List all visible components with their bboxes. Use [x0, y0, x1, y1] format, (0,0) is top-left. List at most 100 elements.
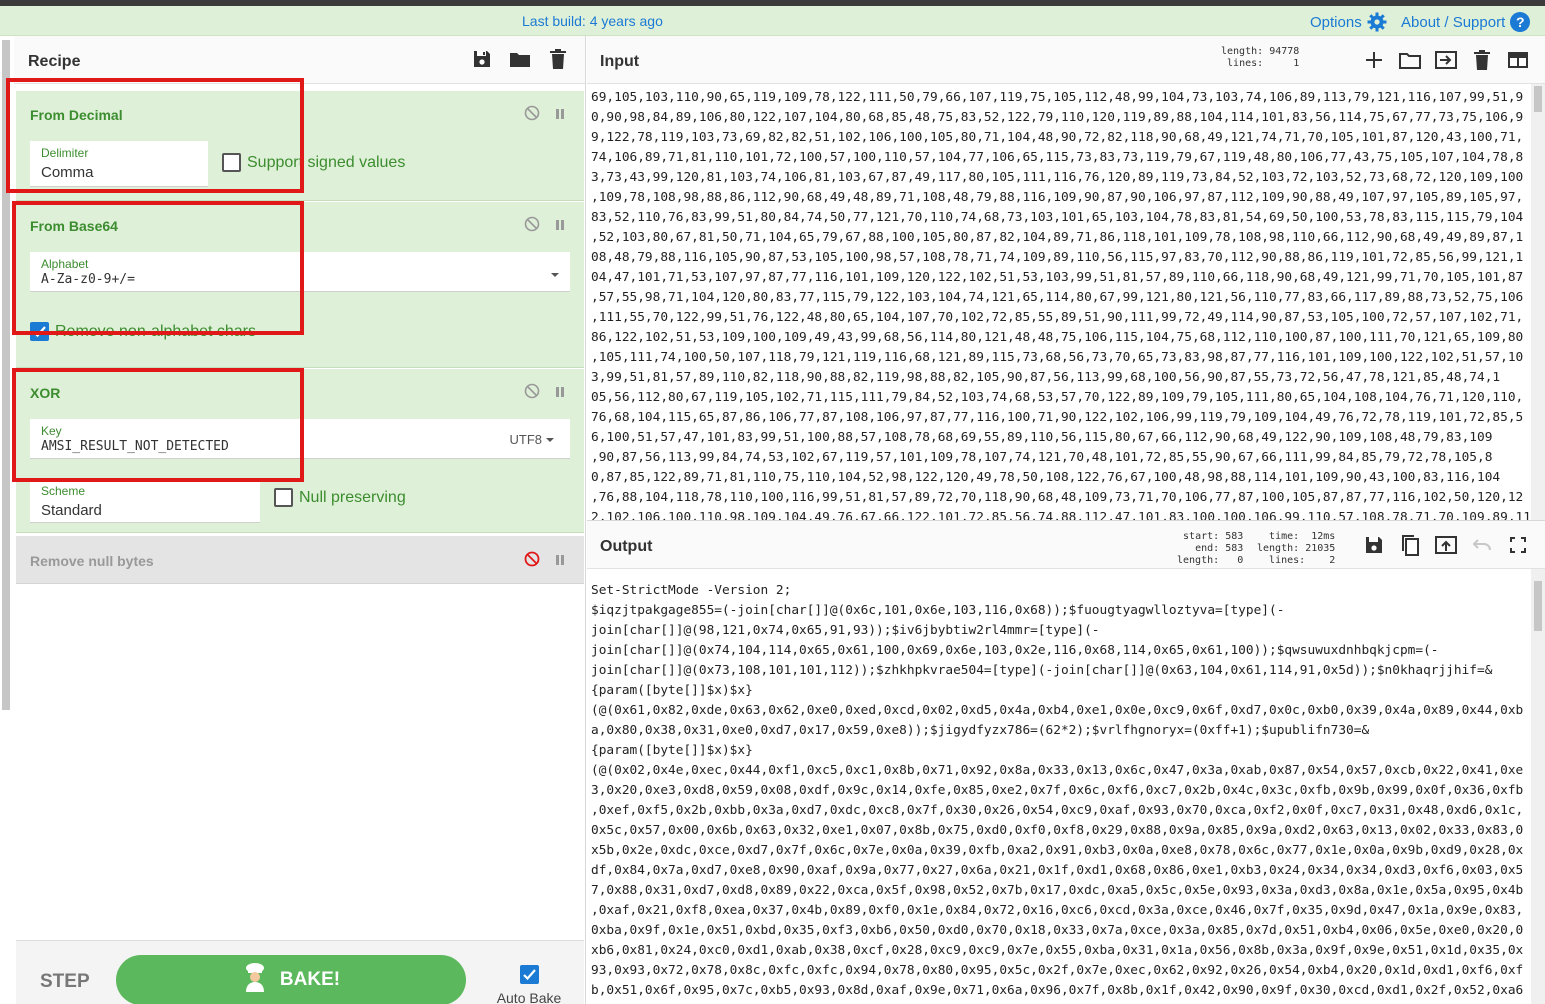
bake-label: BAKE! [279, 969, 341, 990]
scheme-value: Standard [41, 502, 102, 519]
null-preserving-checkbox[interactable]: Null preserving [274, 488, 406, 507]
disable-icon-active[interactable] [524, 551, 540, 572]
recipe-title: Recipe [28, 53, 81, 70]
output-line: ,0xef,0xf5,0x2b,0xbb,0x3a,0xd7,0xdc,0xc8… [591, 803, 1524, 818]
output-line: Set-StrictMode -Version 2; [591, 583, 792, 598]
input-line: 86,122,102,51,53,109,100,109,49,43,99,68… [591, 330, 1524, 345]
folder-icon[interactable] [509, 48, 531, 70]
output-header: Output start: 583 end: 583 length: 0 tim… [587, 521, 1545, 569]
input-line: ,90,87,56,113,99,84,74,53,102,67,119,57,… [591, 450, 1493, 465]
key-encoding-label: UTF8 [509, 432, 543, 447]
input-scrollbar[interactable] [1531, 84, 1545, 520]
op-title-remove-null-bytes: Remove null bytes [30, 553, 154, 569]
save-icon[interactable] [471, 48, 493, 70]
options-button[interactable]: Options [1310, 12, 1387, 32]
layout-icon[interactable] [1507, 49, 1529, 71]
pause-icon[interactable] [554, 218, 566, 236]
input-line: ,57,55,98,71,104,120,80,83,77,115,79,122… [591, 290, 1524, 305]
input-lines-label: lines: [1227, 58, 1264, 69]
input-line: 2,102,106,100,110,98,109,104,49,76,67,66… [591, 510, 1531, 520]
scheme-select[interactable]: Scheme Standard [30, 479, 260, 523]
output-length-label: length: [1257, 543, 1300, 554]
input-line: 0,90,98,84,89,106,80,122,107,104,80,68,8… [591, 110, 1524, 125]
top-banner: Last build: 4 years ago Options About / … [0, 6, 1545, 36]
pause-icon[interactable] [554, 107, 566, 125]
input-scrollbar-thumb[interactable] [1534, 86, 1542, 112]
output-line: 3,0x20,0xe3,0xd8,0x59,0x08,0xdf,0x9c,0x1… [591, 783, 1524, 798]
output-scrollbar[interactable] [1531, 569, 1545, 1004]
key-encoding-dropdown[interactable]: UTF8 [509, 432, 554, 447]
recipe-header: Recipe [14, 36, 585, 84]
input-line: 3,99,51,81,57,89,110,82,118,90,88,82,119… [591, 370, 1501, 385]
output-title: Output [600, 538, 653, 555]
trash-icon[interactable] [547, 48, 569, 70]
output-length-value: 21035 [1305, 543, 1336, 554]
save-output-icon[interactable] [1363, 534, 1385, 556]
bake-button[interactable]: BAKE! [116, 955, 466, 1004]
output-line: 0x5c,0x57,0x00,0x6b,0x63,0x32,0xe1,0x07,… [591, 823, 1524, 838]
chef-icon [242, 962, 268, 998]
undo-icon[interactable] [1471, 534, 1493, 556]
end-value: 583 [1225, 543, 1244, 554]
clear-input-icon[interactable] [1471, 49, 1493, 71]
output-line: join[char[]]@(0x74,104,114,0x65,0x61,100… [591, 643, 1439, 658]
auto-bake-box[interactable] [519, 965, 539, 984]
scheme-label: Scheme [41, 484, 86, 498]
last-build-link[interactable]: Last build: 4 years ago [522, 13, 663, 29]
maximize-icon[interactable] [1507, 534, 1529, 556]
output-line: $iqzjtpakgage855=(-join[char[]]@(0x6c,10… [591, 603, 1285, 618]
output-textarea[interactable]: Set-StrictMode -Version 2; $iqzjtpakgage8… [587, 581, 1531, 1004]
start-value: 583 [1225, 531, 1244, 542]
input-textarea[interactable]: 69,105,103,110,90,65,119,109,78,122,111,… [587, 88, 1531, 520]
input-line: ,76,88,104,118,78,110,100,116,99,51,81,5… [591, 490, 1524, 505]
input-title: Input [600, 53, 640, 70]
open-folder-icon[interactable] [1399, 49, 1421, 71]
open-file-icon[interactable] [1435, 49, 1457, 71]
output-panel: Output start: 583 end: 583 length: 0 tim… [587, 520, 1545, 1004]
output-line: {param([byte[]]$x)$x} [591, 743, 753, 758]
output-lines-value: 2 [1329, 555, 1336, 566]
cyberchef-app: Last build: 4 years ago Options About / … [0, 6, 1545, 1004]
input-length-label: length: [1221, 46, 1264, 57]
selection-length-value: 0 [1237, 555, 1244, 566]
input-line: 08,48,79,88,116,105,90,87,53,105,100,98,… [591, 250, 1524, 265]
disable-icon[interactable] [524, 216, 540, 237]
input-panel: Input length: 94778 lines: 1 69,105,103,… [587, 36, 1545, 520]
disable-icon[interactable] [524, 105, 540, 126]
input-line: 04,47,101,71,53,107,97,87,77,116,101,109… [591, 270, 1524, 285]
input-lines-value: 1 [1293, 58, 1300, 69]
input-line: 83,52,110,76,83,99,51,80,84,74,50,77,121… [591, 210, 1524, 225]
auto-bake-toggle[interactable]: Auto Bake [494, 965, 564, 1004]
op-remove-null-bytes[interactable]: Remove null bytes [16, 536, 584, 584]
step-button[interactable]: STEP [40, 971, 90, 993]
selection-stats: start: 583 end: 583 length: 0 [1177, 531, 1243, 567]
null-preserving-label: Null preserving [299, 488, 406, 506]
output-line: 93,0x93,0x72,0x78,0x8c,0xfc,0xfc,0x94,0x… [591, 963, 1524, 978]
input-line: ,109,78,108,98,88,86,112,90,68,49,48,89,… [591, 190, 1524, 205]
help-icon: ? [1510, 12, 1531, 32]
input-line: 69,105,103,110,90,65,119,109,78,122,111,… [591, 90, 1524, 105]
input-line: 6,100,51,57,47,101,83,99,51,100,88,57,10… [591, 430, 1493, 445]
output-line: ,0xaf,0x21,0xf8,0xea,0x37,0x4b,0x89,0xf0… [591, 903, 1524, 918]
input-line: ,52,103,80,67,81,50,71,104,65,79,67,88,1… [591, 230, 1524, 245]
about-support-button[interactable]: About / Support ? [1401, 12, 1531, 32]
replace-input-icon[interactable] [1435, 534, 1457, 556]
add-tab-icon[interactable] [1363, 49, 1385, 71]
copy-icon[interactable] [1399, 534, 1421, 556]
output-scrollbar-thumb[interactable] [1534, 581, 1542, 631]
null-preserving-box[interactable] [274, 488, 293, 507]
pause-icon[interactable] [554, 553, 566, 571]
output-line: 7,0x88,0x31,0xd7,0xd8,0x89,0x22,0xca,0x5… [591, 883, 1524, 898]
chevron-down-icon[interactable] [550, 266, 560, 284]
pause-icon[interactable] [554, 385, 566, 403]
input-stats: length: 94778 lines: 1 [1221, 46, 1299, 70]
input-line: 0,87,85,122,89,71,81,110,75,110,104,52,9… [591, 470, 1501, 485]
input-line: ,105,111,74,100,50,107,118,79,121,119,11… [591, 350, 1524, 365]
output-line: (@(0x02,0x4e,0xec,0x44,0xf1,0xc5,0xc1,0x… [591, 763, 1524, 778]
disable-icon[interactable] [524, 383, 540, 404]
recipe-panel: Recipe From Decimal Delimiter Comma Supp… [6, 36, 586, 1004]
selection-length-label: length: [1177, 555, 1220, 566]
output-line: df,0x84,0x7a,0xd7,0xe8,0x90,0xaf,0x9a,0x… [591, 863, 1524, 878]
options-label: Options [1310, 13, 1362, 31]
about-label: About / Support [1401, 13, 1506, 31]
